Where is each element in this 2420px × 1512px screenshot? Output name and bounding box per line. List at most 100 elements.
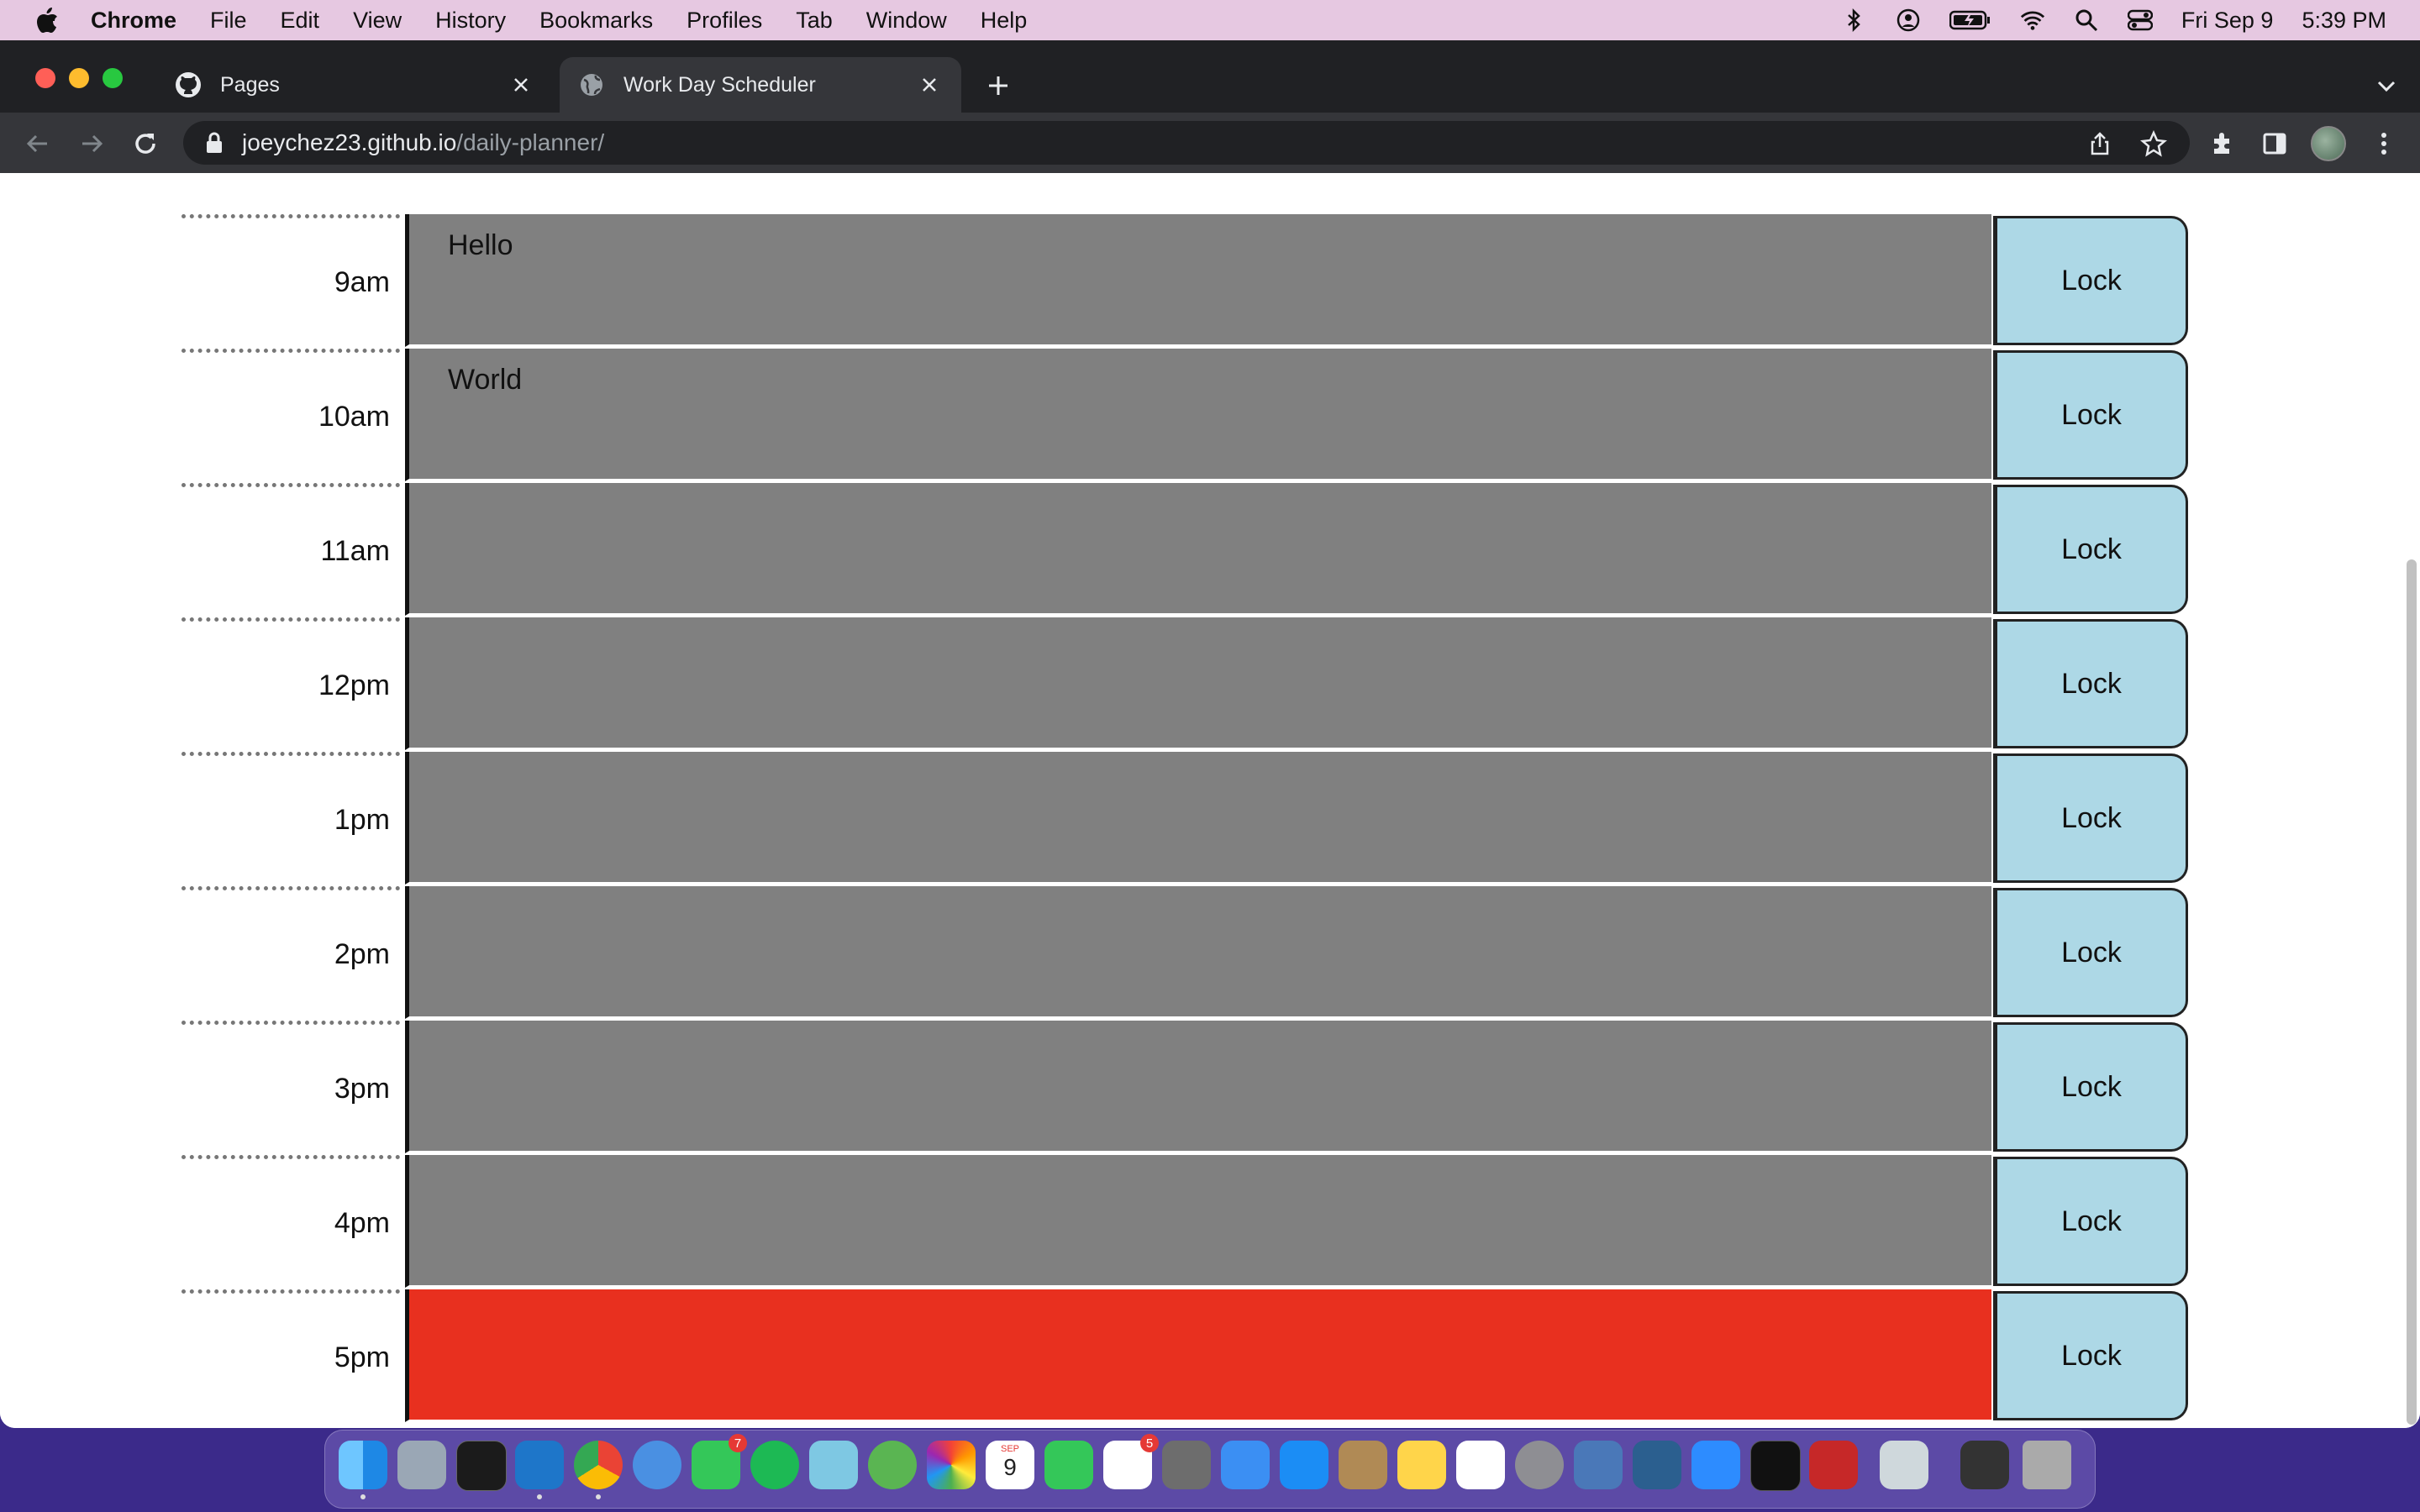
page-scrollbar[interactable]: [2407, 559, 2417, 1425]
lock-button[interactable]: Lock: [1993, 753, 2188, 883]
maps-icon[interactable]: [809, 1441, 858, 1489]
event-description[interactable]: Hello: [405, 214, 1991, 347]
lock-button[interactable]: Lock: [1993, 485, 2188, 614]
url-path: /daily-planner/: [456, 129, 605, 155]
tab-search-chevron-icon[interactable]: [2371, 71, 2402, 101]
notes-icon[interactable]: [1397, 1441, 1446, 1489]
parallels-icon[interactable]: [1574, 1441, 1623, 1489]
menu-bookmarks[interactable]: Bookmarks: [539, 8, 653, 34]
extensions-puzzle-icon[interactable]: [2207, 128, 2238, 160]
finder-icon[interactable]: [339, 1441, 387, 1489]
vscode-icon[interactable]: [515, 1441, 564, 1489]
event-description[interactable]: [405, 617, 1991, 750]
close-tab-icon[interactable]: [508, 71, 534, 98]
dock: 7 SEP 9 5: [324, 1430, 2096, 1509]
menu-tab[interactable]: Tab: [796, 8, 833, 34]
spotlight-search-icon[interactable]: [2074, 8, 2099, 33]
bluetooth-icon[interactable]: [1842, 8, 1867, 33]
menu-window[interactable]: Window: [866, 8, 947, 34]
kebab-menu-icon[interactable]: [2368, 128, 2400, 160]
hour-label: 2pm: [182, 886, 400, 1019]
time-block-row: 12pm Lock: [182, 617, 2191, 750]
event-description[interactable]: World: [405, 349, 1991, 481]
numbers-icon[interactable]: [1456, 1441, 1505, 1489]
reload-icon[interactable]: [129, 128, 161, 160]
lock-button[interactable]: Lock: [1993, 1157, 2188, 1286]
menu-profiles[interactable]: Profiles: [687, 8, 762, 34]
lock-button[interactable]: Lock: [1993, 216, 2188, 345]
facetime-icon[interactable]: [1044, 1441, 1093, 1489]
minimize-window-button[interactable]: [69, 68, 89, 88]
event-description[interactable]: [405, 1289, 1991, 1422]
browser-window: Pages Work Day Scheduler joeychez23.gith…: [0, 40, 2420, 1428]
reminders-badge: 5: [1140, 1434, 1159, 1452]
spotify-icon[interactable]: [750, 1441, 799, 1489]
preview-icon[interactable]: [1880, 1441, 1928, 1489]
lock-button[interactable]: Lock: [1993, 1291, 2188, 1420]
wifi-icon[interactable]: [2020, 8, 2045, 33]
menu-file[interactable]: File: [210, 8, 247, 34]
menu-view[interactable]: View: [353, 8, 402, 34]
side-panel-icon[interactable]: [2259, 128, 2291, 160]
app-store-icon[interactable]: [1280, 1441, 1328, 1489]
event-description[interactable]: [405, 1155, 1991, 1288]
terminal-icon[interactable]: [456, 1441, 507, 1491]
close-window-button[interactable]: [35, 68, 55, 88]
trash-icon[interactable]: [2023, 1441, 2071, 1489]
globe-icon: [578, 71, 605, 98]
zoom-icon[interactable]: [1691, 1441, 1740, 1489]
new-tab-plus-icon[interactable]: [981, 69, 1015, 102]
profile-avatar[interactable]: [2311, 126, 2346, 161]
event-description[interactable]: [405, 886, 1991, 1019]
maximize-window-button[interactable]: [103, 68, 123, 88]
user-account-icon[interactable]: [1896, 8, 1921, 33]
close-tab-icon[interactable]: [916, 71, 943, 98]
event-description[interactable]: [405, 752, 1991, 885]
tab-strip: Pages Work Day Scheduler: [0, 40, 2420, 113]
system-preferences-icon[interactable]: [1515, 1441, 1564, 1489]
time-block-row: 5pm Lock: [182, 1289, 2191, 1422]
calendar-icon[interactable]: SEP 9: [986, 1441, 1034, 1489]
calendar-month: SEP: [1000, 1444, 1019, 1454]
back-arrow-icon[interactable]: [22, 128, 54, 160]
menubar-date[interactable]: Fri Sep 9: [2181, 8, 2274, 34]
contacts-icon[interactable]: [1339, 1441, 1387, 1489]
downloads-stack-icon[interactable]: [1960, 1441, 2009, 1489]
running-indicator: [360, 1494, 366, 1499]
menu-help[interactable]: Help: [981, 8, 1028, 34]
lock-icon[interactable]: [202, 130, 227, 155]
menubar-time[interactable]: 5:39 PM: [2302, 8, 2386, 34]
photos-icon[interactable]: [927, 1441, 976, 1489]
menu-edit[interactable]: Edit: [281, 8, 320, 34]
hour-label: 4pm: [182, 1155, 400, 1288]
mysql-workbench-icon[interactable]: [1633, 1441, 1681, 1489]
lock-button[interactable]: Lock: [1993, 1022, 2188, 1152]
tab-work-day-scheduler[interactable]: Work Day Scheduler: [560, 57, 961, 113]
control-center-icon[interactable]: [2127, 8, 2153, 33]
address-bar[interactable]: joeychez23.github.io/daily-planner/: [183, 121, 2190, 165]
share-icon[interactable]: [2086, 129, 2114, 158]
lock-button[interactable]: Lock: [1993, 888, 2188, 1017]
calculator-icon[interactable]: [1162, 1441, 1211, 1489]
event-description[interactable]: [405, 1021, 1991, 1153]
event-description[interactable]: [405, 483, 1991, 616]
filezilla-icon[interactable]: [1809, 1441, 1858, 1489]
time-block-row: 11am Lock: [182, 483, 2191, 616]
mail-icon[interactable]: [1221, 1441, 1270, 1489]
menu-app-name[interactable]: Chrome: [91, 8, 176, 34]
time-block-row: 9am Hello Lock: [182, 214, 2191, 347]
tab-pages[interactable]: Pages: [166, 57, 553, 113]
bookmark-star-icon[interactable]: [2139, 129, 2168, 158]
find-my-icon[interactable]: [868, 1441, 917, 1489]
chrome-icon[interactable]: [574, 1441, 623, 1489]
forward-arrow-icon[interactable]: [76, 128, 108, 160]
browser-toolbar: joeychez23.github.io/daily-planner/: [0, 113, 2420, 173]
launchpad-icon[interactable]: [397, 1441, 446, 1489]
menu-history[interactable]: History: [435, 8, 506, 34]
lock-button[interactable]: Lock: [1993, 350, 2188, 480]
apple-logo-icon[interactable]: [30, 3, 64, 37]
safari-icon[interactable]: [633, 1441, 681, 1489]
lock-button[interactable]: Lock: [1993, 619, 2188, 748]
activity-monitor-icon[interactable]: [1750, 1441, 1801, 1491]
battery-icon[interactable]: [1949, 8, 1991, 33]
